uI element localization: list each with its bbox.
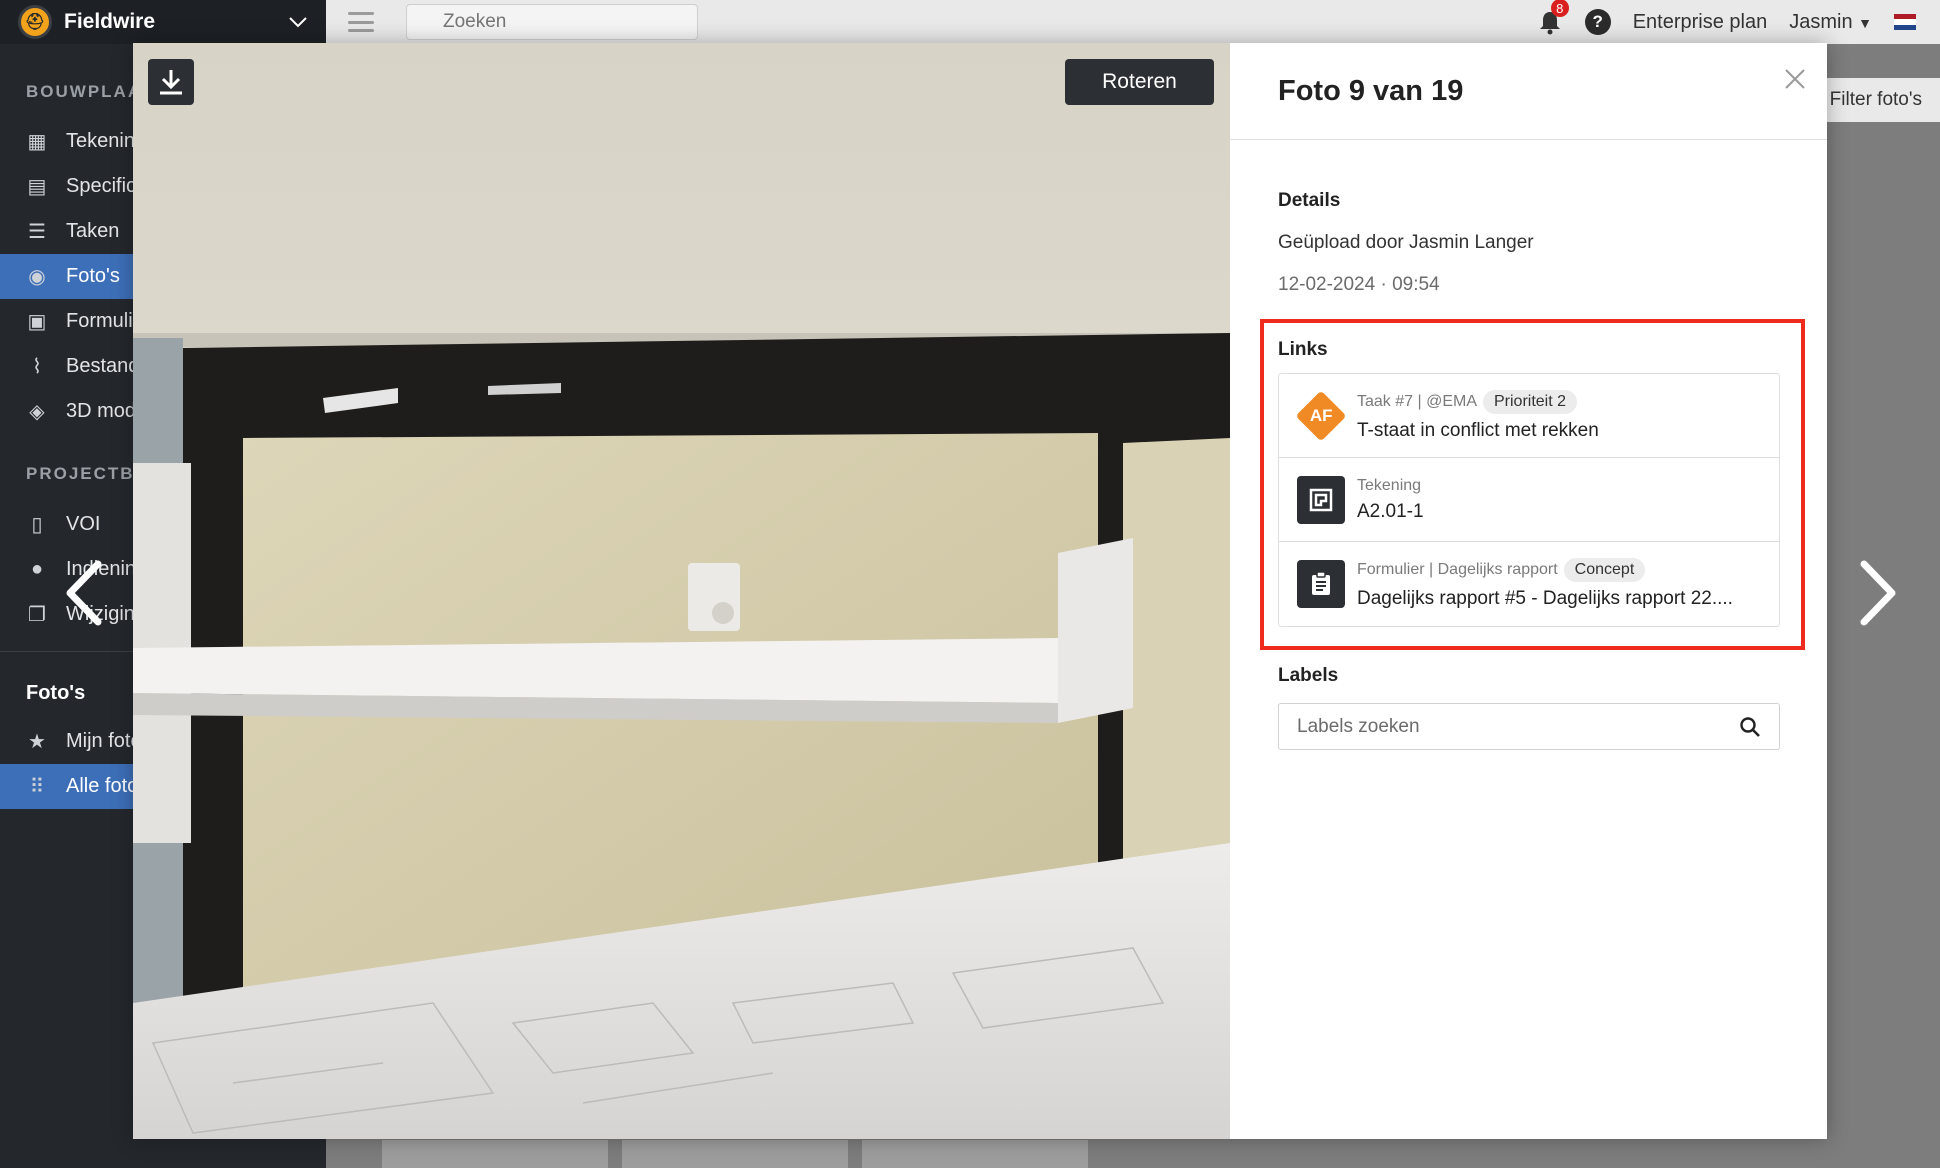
photo-thumbnail[interactable]	[862, 1140, 1088, 1168]
brand-name: Fieldwire	[64, 10, 156, 33]
details-section: Details Geüpload door Jasmin Langer 12-0…	[1230, 140, 1827, 296]
user-icon: ●	[30, 558, 44, 580]
link-item-task[interactable]: AF Taak #7 | @EMA Prioriteit 2 T-staat i…	[1279, 374, 1779, 458]
list-icon: ☰	[28, 221, 46, 243]
chevron-down-icon[interactable]	[288, 12, 308, 32]
sidebar-item-label: Foto's	[66, 265, 120, 287]
link-title: Dagelijks rapport #5 - Dagelijks rapport…	[1357, 588, 1733, 609]
hamburger-menu-icon[interactable]	[348, 12, 374, 32]
filter-photos-button[interactable]: Filter foto's	[1811, 78, 1940, 122]
next-photo-arrow-icon[interactable]	[1852, 558, 1902, 628]
priority-badge: Prioriteit 2	[1483, 389, 1578, 414]
clipboard-icon: ▣	[27, 311, 47, 333]
photo-thumbnail[interactable]	[382, 1140, 608, 1168]
links-list: AF Taak #7 | @EMA Prioriteit 2 T-staat i…	[1278, 373, 1780, 627]
project-switcher[interactable]: ⛑ Fieldwire	[0, 0, 326, 44]
link-item-form[interactable]: Formulier | Dagelijks rapport Concept Da…	[1279, 542, 1779, 626]
link-item-drawing[interactable]: Tekening A2.01-1	[1279, 458, 1779, 542]
user-menu[interactable]: Jasmin ▼	[1789, 11, 1872, 34]
links-heading: Links	[1278, 339, 1328, 360]
plan-label[interactable]: Enterprise plan	[1633, 11, 1768, 34]
global-search-input[interactable]	[443, 11, 688, 33]
drawing-icon: ▦	[27, 131, 47, 153]
star-icon: ★	[28, 731, 46, 753]
link-meta-text: Taak #7 | @EMA	[1357, 392, 1477, 410]
cube-icon: ◈	[29, 401, 45, 423]
notifications-button[interactable]: 8	[1537, 0, 1569, 35]
sidebar-item-label: VOI	[66, 513, 101, 535]
labels-search[interactable]	[1278, 703, 1780, 750]
search-icon[interactable]	[1739, 716, 1761, 738]
labels-search-input[interactable]	[1297, 715, 1739, 738]
grid-icon: ⠿	[29, 776, 45, 798]
fieldwire-logo-icon: ⛑	[18, 5, 52, 39]
link-meta-text: Formulier | Dagelijks rapport	[1357, 561, 1558, 578]
photo-viewer: Roteren	[133, 43, 1230, 1139]
drawing-icon	[1297, 475, 1345, 524]
user-name: Jasmin	[1789, 10, 1853, 33]
link-meta-text: Tekening	[1357, 476, 1422, 494]
photo-thumbnails	[382, 1140, 1088, 1168]
photo-counter-title: Foto 9 van 19	[1278, 74, 1464, 107]
task-avatar-icon: AF	[1295, 390, 1347, 441]
paperclip-icon: ⌇	[32, 356, 42, 378]
help-button[interactable]: ?	[1584, 9, 1611, 35]
photo-stack-icon: ❐	[28, 604, 46, 626]
task-avatar-initials: AF	[1309, 405, 1333, 425]
camera-icon: ◉	[28, 266, 46, 288]
previous-photo-arrow-icon[interactable]	[60, 558, 110, 628]
photo-detail-modal: Roteren Foto 9 van 19 Details Geüpload d…	[133, 43, 1827, 1139]
link-title: T-staat in conflict met rekken	[1357, 419, 1599, 441]
sidebar-item-label: Taken	[66, 220, 120, 242]
close-icon[interactable]	[1783, 67, 1807, 91]
book-icon: ▤	[27, 176, 47, 198]
global-search[interactable]	[406, 4, 698, 40]
top-bar: 8 ? Enterprise plan Jasmin ▼	[326, 0, 1940, 44]
download-icon	[160, 70, 182, 95]
link-title: A2.01-1	[1357, 500, 1424, 522]
rotate-button[interactable]: Roteren	[1065, 59, 1214, 105]
download-button[interactable]	[148, 59, 194, 105]
document-icon: ▯	[31, 514, 43, 536]
uploaded-by-text: Geüpload door Jasmin Langer	[1278, 232, 1534, 253]
photo-details-panel: Foto 9 van 19 Details Geüpload door Jasm…	[1230, 43, 1827, 1139]
clipboard-icon	[1297, 560, 1345, 608]
photo[interactable]	[133, 43, 1230, 1139]
photo-thumbnail[interactable]	[622, 1140, 848, 1168]
details-heading: Details	[1278, 190, 1341, 211]
language-flag-icon[interactable]	[1894, 14, 1916, 30]
caret-down-icon: ▼	[1858, 14, 1872, 31]
labels-heading: Labels	[1278, 665, 1339, 686]
notification-badge: 8	[1550, 0, 1569, 17]
modal-header: Foto 9 van 19	[1230, 43, 1827, 140]
status-badge: Concept	[1563, 558, 1646, 582]
upload-timestamp: 12-02-2024 · 09:54	[1278, 274, 1440, 295]
